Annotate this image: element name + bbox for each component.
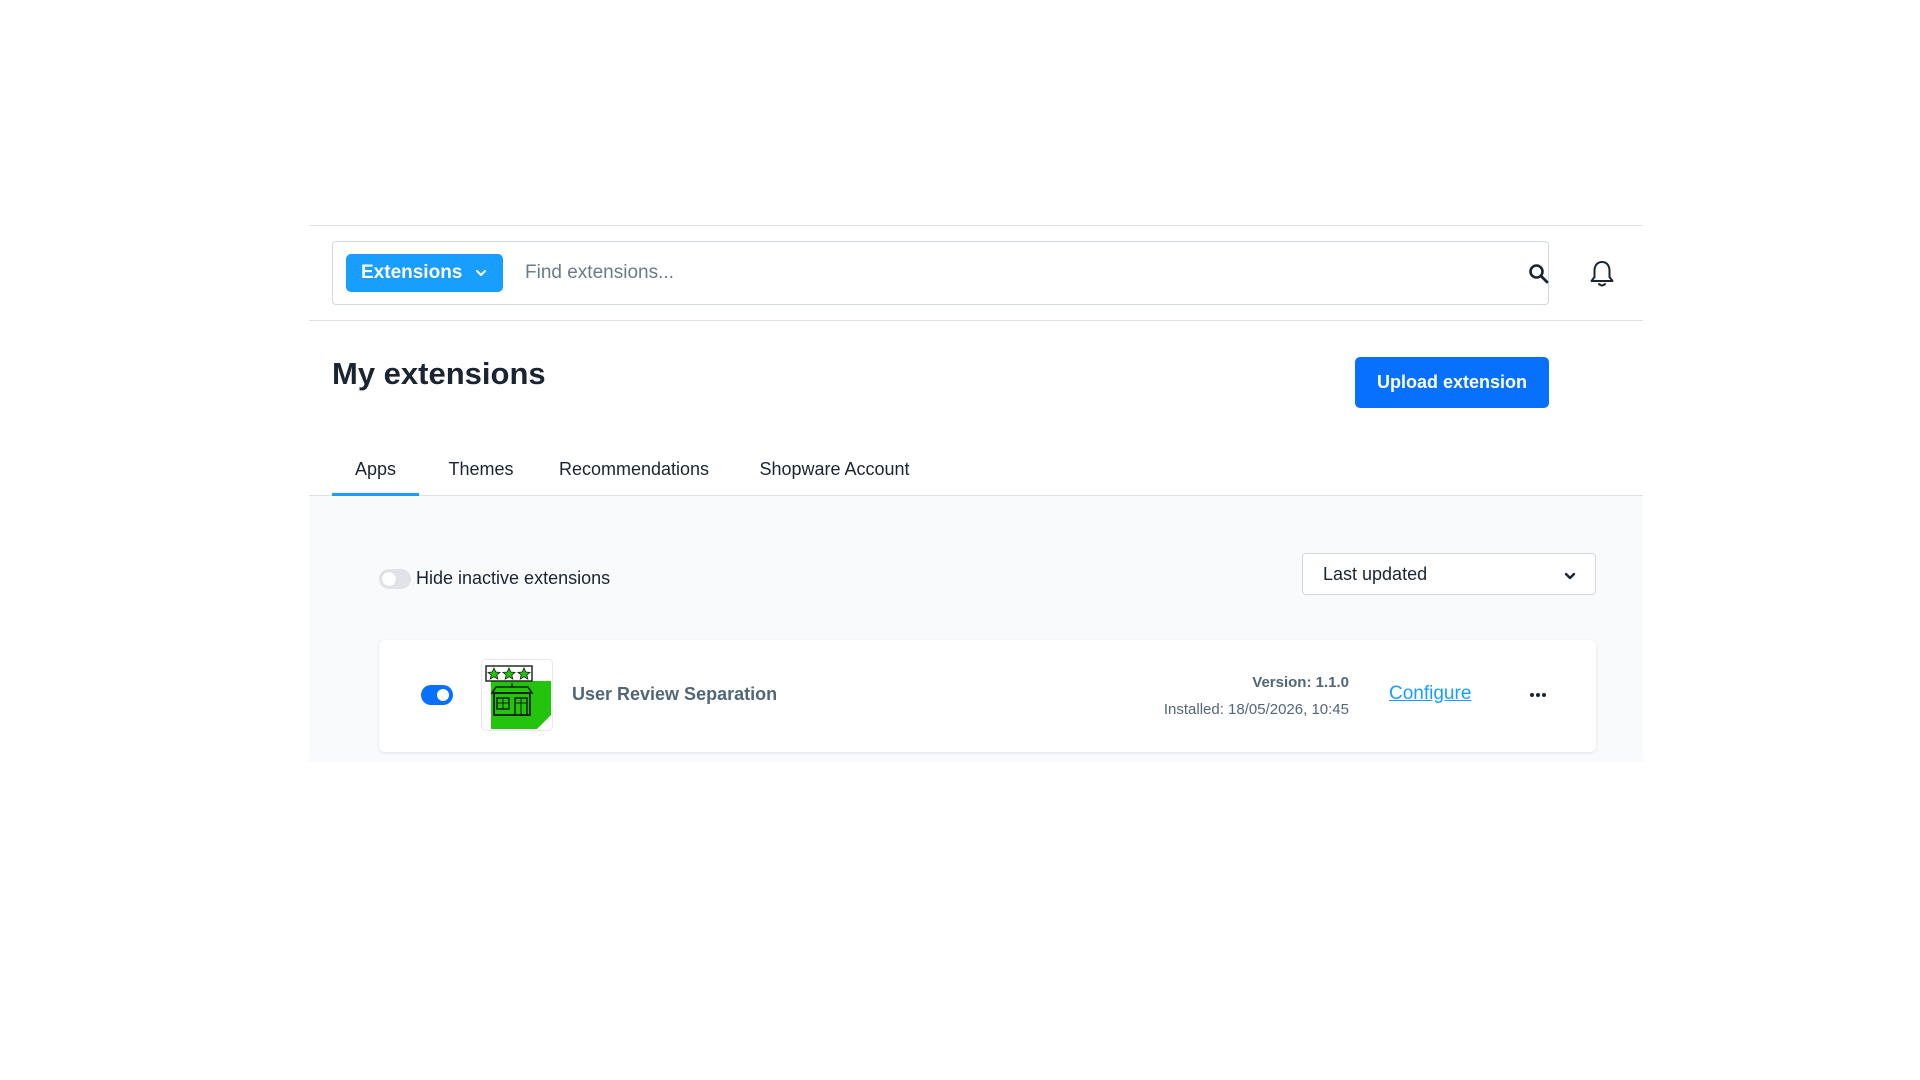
top-bar: Extensions — [309, 226, 1643, 321]
more-dots-icon[interactable] — [1526, 687, 1550, 703]
search-input[interactable] — [523, 254, 1483, 292]
bell-icon[interactable] — [1586, 258, 1618, 290]
extensions-page: Extensions My extensions Upload extensio… — [309, 225, 1643, 762]
toggle-knob — [382, 572, 396, 586]
extension-list-area: Hide inactive extensions Last updated Us… — [309, 496, 1643, 762]
hide-inactive-label: Hide inactive extensions — [416, 568, 611, 588]
search-bar: Extensions — [332, 241, 1549, 305]
extension-active-toggle[interactable] — [421, 685, 453, 705]
tab-themes[interactable]: Themes — [441, 448, 521, 496]
sort-selected-value: Last updated — [1323, 563, 1428, 584]
page-title: My extensions — [332, 356, 546, 391]
chevron-down-icon — [1563, 567, 1577, 581]
upload-extension-button[interactable]: Upload extension — [1355, 357, 1549, 408]
chevron-down-icon — [474, 266, 488, 280]
search-type-label: Extensions — [361, 262, 463, 283]
search-icon[interactable] — [1527, 262, 1551, 286]
tab-shopware-account[interactable]: Shopware Account — [747, 448, 922, 496]
tab-bar: Apps Themes Recommendations Shopware Acc… — [309, 448, 1643, 496]
configure-link[interactable]: Configure — [1389, 683, 1471, 705]
extension-installed-date: Installed: 18/05/2026, 10:45 — [1163, 701, 1349, 718]
search-type-button[interactable]: Extensions — [346, 254, 503, 292]
toggle-knob — [437, 689, 449, 701]
extension-name: User Review Separation — [572, 684, 778, 704]
sort-select[interactable]: Last updated — [1302, 553, 1596, 595]
tab-recommendations[interactable]: Recommendations — [544, 448, 724, 496]
extension-version: Version: 1.1.0 — [1252, 674, 1349, 691]
extension-card: User Review Separation Version: 1.1.0 In… — [379, 640, 1596, 752]
hide-inactive-toggle[interactable] — [379, 569, 411, 589]
tab-apps[interactable]: Apps — [332, 448, 419, 496]
review-store-logo-icon — [481, 659, 553, 731]
